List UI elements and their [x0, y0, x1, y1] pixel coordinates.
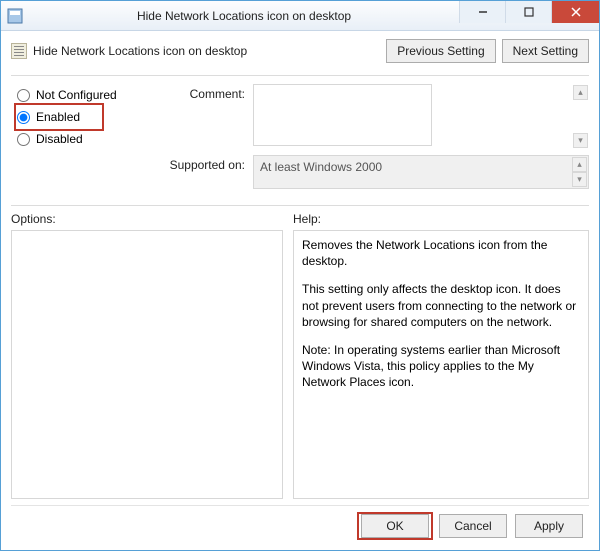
app-icon — [7, 8, 23, 24]
comment-wrap: ▴ ▾ — [253, 84, 589, 149]
help-textbox[interactable]: Removes the Network Locations icon from … — [293, 230, 589, 499]
nav-buttons: Previous Setting Next Setting — [386, 39, 589, 63]
ok-highlight: OK — [359, 514, 431, 538]
comment-label: Comment: — [161, 84, 253, 101]
maximize-button[interactable] — [505, 1, 551, 23]
policy-icon — [11, 43, 27, 59]
radio-disabled[interactable]: Disabled — [17, 128, 161, 150]
radio-disabled-label: Disabled — [36, 132, 83, 146]
supported-label: Supported on: — [161, 155, 253, 172]
supported-value: At least Windows 2000 — [260, 160, 382, 174]
help-paragraph: Removes the Network Locations icon from … — [302, 237, 580, 269]
divider — [11, 205, 589, 206]
radio-enabled-label: Enabled — [36, 110, 80, 124]
cancel-button[interactable]: Cancel — [439, 514, 507, 538]
footer-buttons: OK Cancel Apply — [11, 505, 589, 542]
help-column: Help: Removes the Network Locations icon… — [293, 212, 589, 499]
ok-button[interactable]: OK — [361, 514, 429, 538]
panes: Options: Help: Removes the Network Locat… — [11, 212, 589, 499]
scroll-down-icon[interactable]: ▾ — [572, 172, 587, 187]
radio-not-configured[interactable]: Not Configured — [17, 84, 161, 106]
header-row: Hide Network Locations icon on desktop P… — [11, 39, 589, 63]
titlebar: Hide Network Locations icon on desktop — [1, 1, 599, 31]
minimize-button[interactable] — [459, 1, 505, 23]
comment-column: Comment: ▴ ▾ Supported on: At least Wind… — [161, 84, 589, 195]
previous-setting-button[interactable]: Previous Setting — [386, 39, 495, 63]
radio-enabled[interactable]: Enabled — [17, 106, 101, 128]
options-label: Options: — [11, 212, 283, 226]
radio-not-configured-input[interactable] — [17, 89, 30, 102]
help-paragraph: Note: In operating systems earlier than … — [302, 342, 580, 391]
state-area: Not Configured Enabled Disabled Comment:… — [11, 76, 589, 197]
help-label: Help: — [293, 212, 589, 226]
policy-editor-window: Hide Network Locations icon on desktop H… — [0, 0, 600, 551]
scroll-down-icon[interactable]: ▾ — [573, 133, 588, 148]
supported-row: Supported on: At least Windows 2000 ▴ ▾ — [161, 155, 589, 189]
radio-enabled-input[interactable] — [17, 111, 30, 124]
content-area: Hide Network Locations icon on desktop P… — [1, 31, 599, 550]
options-listbox[interactable] — [11, 230, 283, 499]
next-setting-button[interactable]: Next Setting — [502, 39, 589, 63]
apply-button[interactable]: Apply — [515, 514, 583, 538]
close-button[interactable] — [551, 1, 599, 23]
state-radios: Not Configured Enabled Disabled — [11, 84, 161, 195]
radio-disabled-input[interactable] — [17, 133, 30, 146]
policy-title: Hide Network Locations icon on desktop — [33, 44, 386, 58]
scroll-up-icon[interactable]: ▴ — [573, 85, 588, 100]
options-column: Options: — [11, 212, 283, 499]
comment-row: Comment: ▴ ▾ — [161, 84, 589, 149]
comment-textarea[interactable] — [253, 84, 432, 146]
supported-value-box: At least Windows 2000 ▴ ▾ — [253, 155, 589, 189]
window-controls — [459, 1, 599, 30]
radio-not-configured-label: Not Configured — [36, 88, 117, 102]
help-paragraph: This setting only affects the desktop ic… — [302, 281, 580, 330]
scroll-up-icon[interactable]: ▴ — [572, 157, 587, 172]
window-title: Hide Network Locations icon on desktop — [29, 9, 459, 23]
